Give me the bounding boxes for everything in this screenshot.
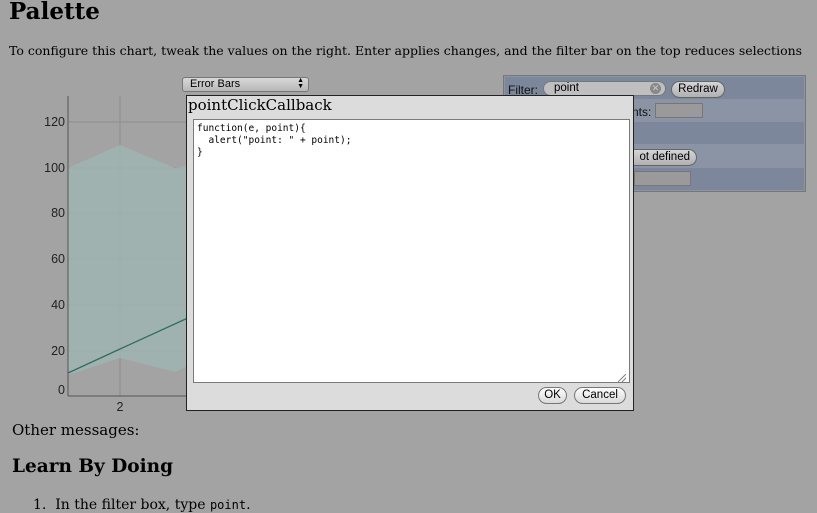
resize-grip-icon[interactable] bbox=[618, 374, 626, 382]
y-tick: 40 bbox=[51, 298, 65, 312]
ok-button[interactable]: OK bbox=[538, 387, 567, 404]
cancel-button[interactable]: Cancel bbox=[574, 387, 626, 404]
step-code: point bbox=[209, 498, 247, 512]
step-text: In the filter box, type bbox=[55, 497, 210, 513]
option-button[interactable]: ot defined bbox=[624, 149, 697, 166]
select-arrows-icon: ▲ ▼ bbox=[297, 77, 304, 90]
y-tick: 120 bbox=[44, 115, 65, 129]
redraw-button[interactable]: Redraw bbox=[671, 81, 725, 98]
option-field[interactable] bbox=[634, 171, 691, 186]
section-heading: Learn By Doing bbox=[12, 456, 174, 477]
x-tick: 2 bbox=[117, 400, 124, 414]
chart-type-value: Error Bars bbox=[190, 78, 241, 90]
callback-dialog: pointClickCallback function(e, point){ a… bbox=[186, 95, 634, 411]
error-band bbox=[68, 145, 190, 375]
page-title: Palette bbox=[9, 0, 100, 25]
dialog-title: pointClickCallback bbox=[188, 96, 332, 114]
y-tick: 60 bbox=[51, 252, 65, 266]
filter-value: point bbox=[554, 82, 579, 94]
option-label: nts: bbox=[632, 105, 652, 119]
option-field[interactable] bbox=[655, 103, 703, 118]
code-editor[interactable]: function(e, point){ alert("point: " + po… bbox=[193, 119, 630, 383]
other-messages-label: Other messages: bbox=[12, 421, 140, 439]
y-tick: 0 bbox=[58, 383, 65, 397]
chart-type-select[interactable]: Error Bars ▲ ▼ bbox=[182, 77, 309, 92]
filter-input[interactable]: point ✕ bbox=[543, 81, 666, 96]
clear-icon[interactable]: ✕ bbox=[650, 83, 661, 94]
list-item: 1. In the filter box, type point. bbox=[33, 497, 251, 513]
chart: 120 100 80 60 40 20 0 2 bbox=[44, 96, 190, 414]
intro-text: To configure this chart, tweak the value… bbox=[9, 43, 803, 58]
y-tick: 20 bbox=[51, 344, 65, 358]
y-tick: 80 bbox=[51, 206, 65, 220]
y-tick: 100 bbox=[44, 161, 65, 175]
step-suffix: . bbox=[246, 497, 251, 513]
